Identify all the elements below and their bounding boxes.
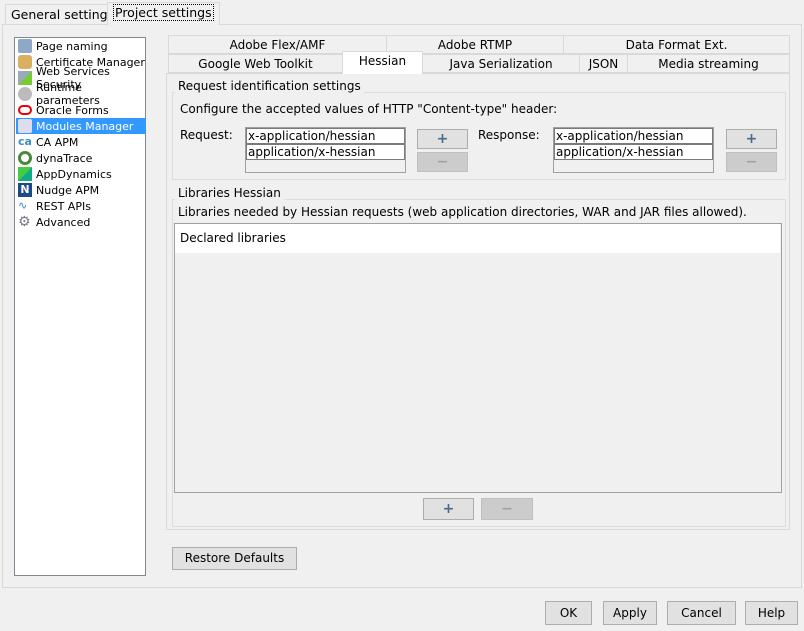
sidebar-item-runtime-parameters[interactable]: Runtime parameters (16, 81, 146, 107)
label: Oracle Forms (36, 103, 109, 117)
tab-project-settings-label: Project settings (113, 4, 214, 21)
response-label: Response: (478, 128, 540, 142)
gears-icon (18, 87, 32, 101)
module-icon (18, 119, 32, 133)
sidebar-item-nudge-apm[interactable]: N Nudge APM (16, 182, 146, 198)
page-naming-icon (18, 39, 32, 53)
help-button[interactable]: Help (745, 601, 798, 625)
nudge-icon: N (18, 183, 32, 197)
column-header-declared-libraries: Declared libraries (175, 224, 780, 253)
tab-media-streaming[interactable]: Media streaming (627, 54, 790, 73)
sidebar-item-appdynamics[interactable]: AppDynamics (16, 166, 146, 182)
label: CA APM (36, 135, 79, 149)
sidebar-item-dynatrace[interactable]: dynaTrace (16, 150, 146, 166)
lock-icon (18, 55, 32, 69)
libraries-group-title: Libraries Hessian (175, 186, 284, 200)
list-item[interactable]: x-application/hessian (554, 128, 713, 144)
list-item[interactable]: application/x-hessian (554, 144, 713, 160)
sidebar-item-rest-apis[interactable]: ∿ REST APIs (16, 198, 146, 214)
label: dynaTrace (36, 151, 93, 165)
list-item[interactable]: x-application/hessian (246, 128, 405, 144)
tab-hessian[interactable]: Hessian (342, 51, 423, 74)
response-remove-button[interactable]: − (726, 152, 777, 172)
content-type-description: Configure the accepted values of HTTP "C… (180, 102, 558, 116)
request-remove-button[interactable]: − (417, 152, 468, 172)
library-remove-button[interactable]: − (481, 498, 533, 520)
apply-button[interactable]: Apply (603, 601, 657, 625)
request-group-title: Request identification settings (175, 79, 364, 93)
sidebar-list: Page naming Certificate Manager Web Serv… (14, 37, 146, 576)
request-label: Request: (180, 128, 233, 142)
tab-project-settings[interactable]: Project settings (107, 2, 220, 25)
tab-json[interactable]: JSON (579, 54, 628, 73)
ok-button[interactable]: OK (545, 601, 592, 625)
label: REST APIs (36, 199, 91, 213)
oracle-icon (18, 105, 32, 115)
sidebar-item-oracle-forms[interactable]: Oracle Forms (16, 102, 146, 118)
label: Page naming (36, 39, 108, 53)
appdynamics-icon (18, 167, 32, 181)
response-values-list[interactable]: x-application/hessian application/x-hess… (553, 127, 714, 173)
dynatrace-icon (18, 151, 32, 165)
list-item[interactable]: application/x-hessian (246, 144, 405, 160)
tab-general-settings[interactable]: General settings (5, 4, 121, 24)
sidebar-item-ca-apm[interactable]: ca CA APM (16, 134, 146, 150)
tab-google-web-toolkit[interactable]: Google Web Toolkit (168, 54, 343, 73)
ca-icon: ca (18, 135, 32, 148)
sidebar-item-advanced[interactable]: ⚙ Advanced (16, 214, 146, 230)
label: Modules Manager (36, 119, 134, 133)
label: AppDynamics (36, 167, 112, 181)
request-values-list[interactable]: x-application/hessian application/x-hess… (245, 127, 406, 173)
request-add-button[interactable]: + (417, 129, 468, 149)
rest-icon: ∿ (18, 199, 28, 212)
label: Nudge APM (36, 183, 100, 197)
response-add-button[interactable]: + (726, 129, 777, 149)
ws-security-icon (18, 71, 32, 85)
hessian-panel: Request identification settings Configur… (166, 73, 790, 530)
libraries-description: Libraries needed by Hessian requests (we… (178, 205, 747, 219)
gear-icon: ⚙ (18, 214, 31, 230)
tab-java-serialization[interactable]: Java Serialization (422, 54, 580, 73)
cancel-button[interactable]: Cancel (667, 601, 736, 625)
declared-libraries-table[interactable]: Declared libraries (174, 223, 782, 493)
tab-data-format-ext[interactable]: Data Format Ext. (563, 35, 790, 54)
label: Advanced (36, 215, 91, 229)
restore-defaults-button[interactable]: Restore Defaults (172, 547, 297, 570)
library-add-button[interactable]: + (423, 498, 474, 520)
sidebar-item-page-naming[interactable]: Page naming (16, 38, 146, 54)
sidebar-item-modules-manager[interactable]: Modules Manager (16, 118, 146, 134)
